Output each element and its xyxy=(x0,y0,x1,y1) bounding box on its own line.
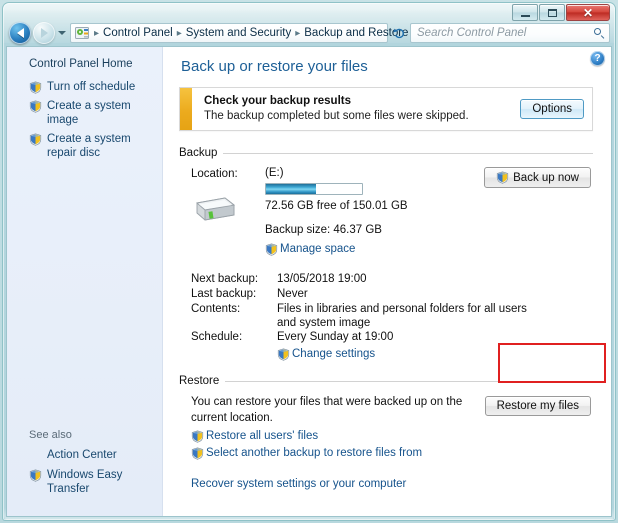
change-settings-link[interactable]: Change settings xyxy=(277,347,595,361)
client-area: Control Panel Home Turn off schedule Cre… xyxy=(6,46,612,517)
shield-icon xyxy=(191,447,204,460)
search-input[interactable] xyxy=(415,26,594,40)
disk-usage-progressbar xyxy=(265,183,363,195)
see-also-item-action-center[interactable]: Action Center xyxy=(29,448,154,462)
refresh-button[interactable] xyxy=(389,23,409,43)
manage-space-label: Manage space xyxy=(280,243,356,255)
breadcrumb-separator: ▸ xyxy=(176,27,182,39)
manage-space-link[interactable]: Manage space xyxy=(265,242,484,256)
arrow-right-icon xyxy=(40,28,48,38)
backup-size-text: Backup size: 46.37 GB xyxy=(265,224,382,236)
shield-icon xyxy=(29,100,42,113)
shield-icon xyxy=(277,348,290,361)
restore-section-header: Restore xyxy=(179,375,593,387)
recover-system-settings-link[interactable]: Recover system settings or your computer xyxy=(179,478,595,490)
main-content: ? Back up or restore your files Check yo… xyxy=(163,47,611,516)
banner-subtitle: The backup completed but some files were… xyxy=(204,110,469,122)
see-also-item-windows-easy-transfer[interactable]: Windows Easy Transfer xyxy=(29,468,154,496)
sidebar-item-create-system-image[interactable]: Create a system image xyxy=(29,99,154,127)
search-icon xyxy=(594,27,605,39)
backup-results-banner: Check your backup results The backup com… xyxy=(179,87,593,131)
detail-value: Every Sunday at 19:00 xyxy=(277,331,394,343)
back-up-now-button[interactable]: Back up now xyxy=(484,167,591,188)
control-panel-icon xyxy=(75,26,90,40)
select-another-backup-link[interactable]: Select another backup to restore files f… xyxy=(191,446,485,460)
backup-schedule-details: Next backup: 13/05/2018 19:00 Last backu… xyxy=(179,272,595,361)
minimize-button[interactable] xyxy=(512,4,538,21)
navigation-bar: ▸ Control Panel ▸ System and Security ▸ … xyxy=(4,22,614,44)
sidebar-item-control-panel-home[interactable]: Control Panel Home xyxy=(29,58,154,70)
location-value: (E:) xyxy=(265,167,284,179)
back-up-now-label: Back up now xyxy=(513,171,579,184)
section-divider xyxy=(225,380,593,382)
disk-usage-progress-fill xyxy=(266,184,316,194)
restore-my-files-button[interactable]: Restore my files xyxy=(484,396,591,416)
hard-drive-icon xyxy=(191,194,237,224)
title-bar: ✕ xyxy=(3,3,615,22)
see-also-title: See also xyxy=(29,429,72,441)
breadcrumb-separator: ▸ xyxy=(295,27,301,39)
help-icon[interactable]: ? xyxy=(590,51,605,66)
shield-icon xyxy=(29,81,42,94)
sidebar-item-label: Turn off schedule xyxy=(47,81,136,93)
maximize-button[interactable] xyxy=(539,4,565,21)
detail-key: Schedule: xyxy=(191,331,243,343)
sidebar-item-create-system-repair-disc[interactable]: Create a system repair disc xyxy=(29,132,154,160)
recent-pages-button[interactable] xyxy=(55,23,68,43)
restore-link-label: Select another backup to restore files f… xyxy=(206,447,423,459)
detail-key: Last backup: xyxy=(191,288,257,300)
application-window: ✕ ▸ Control Panel ▸ System and Security … xyxy=(0,0,618,523)
restore-section: Restore You can restore your files that … xyxy=(179,375,595,490)
see-also-item-label: Action Center xyxy=(47,449,117,461)
shield-icon xyxy=(29,133,42,146)
breadcrumb-control-panel[interactable]: Control Panel xyxy=(101,26,175,40)
back-button[interactable] xyxy=(9,22,31,44)
arrow-left-icon xyxy=(16,28,24,38)
banner-warning-stripe xyxy=(180,88,192,130)
breadcrumb-system-and-security[interactable]: System and Security xyxy=(184,26,293,40)
restore-link-label: Restore all users' files xyxy=(206,430,319,442)
shield-icon xyxy=(191,430,204,443)
forward-button[interactable] xyxy=(33,22,55,44)
backup-section-header: Backup xyxy=(179,147,593,159)
shield-icon xyxy=(265,243,278,256)
chevron-down-icon xyxy=(57,31,66,35)
window-controls: ✕ xyxy=(511,4,610,21)
banner-title: Check your backup results xyxy=(204,95,351,107)
close-button[interactable]: ✕ xyxy=(566,4,610,21)
sidebar: Control Panel Home Turn off schedule Cre… xyxy=(7,47,163,516)
see-also-section: See also Action Center Windows Easy Tran… xyxy=(7,429,162,502)
detail-value: 13/05/2018 19:00 xyxy=(277,273,367,285)
search-box[interactable] xyxy=(410,23,610,43)
backup-section-label: Backup xyxy=(179,147,218,159)
free-space-text: 72.56 GB free of 150.01 GB xyxy=(265,200,408,212)
close-icon: ✕ xyxy=(582,5,594,20)
detail-key: Next backup: xyxy=(191,273,259,285)
section-divider xyxy=(223,152,593,154)
restore-all-users-files-link[interactable]: Restore all users' files xyxy=(191,429,485,443)
sidebar-task-list: Control Panel Home Turn off schedule Cre… xyxy=(7,58,162,160)
shield-icon xyxy=(29,469,42,482)
refresh-icon xyxy=(393,28,404,38)
options-button[interactable]: Options xyxy=(520,98,584,119)
restore-section-label: Restore xyxy=(179,375,220,387)
detail-key: Contents: xyxy=(191,303,241,315)
backup-details-block: Location: (E:) 72.56 GB free of 150.01 G… xyxy=(179,166,595,256)
sidebar-item-turn-off-schedule[interactable]: Turn off schedule xyxy=(29,80,154,94)
detail-value: Files in libraries and personal folders … xyxy=(277,303,527,329)
page-title: Back up or restore your files xyxy=(181,58,368,75)
sidebar-item-label: Create a system image xyxy=(47,100,131,126)
address-bar[interactable]: ▸ Control Panel ▸ System and Security ▸ … xyxy=(70,23,423,43)
shield-icon xyxy=(496,171,509,184)
sidebar-item-label: Create a system repair disc xyxy=(47,133,131,159)
restore-description: You can restore your files that were bac… xyxy=(191,396,463,424)
change-settings-label: Change settings xyxy=(292,348,376,360)
detail-value: Never xyxy=(277,288,308,300)
see-also-item-label: Windows Easy Transfer xyxy=(47,469,123,495)
breadcrumb-separator: ▸ xyxy=(94,27,100,39)
location-label: Location: xyxy=(191,168,238,180)
